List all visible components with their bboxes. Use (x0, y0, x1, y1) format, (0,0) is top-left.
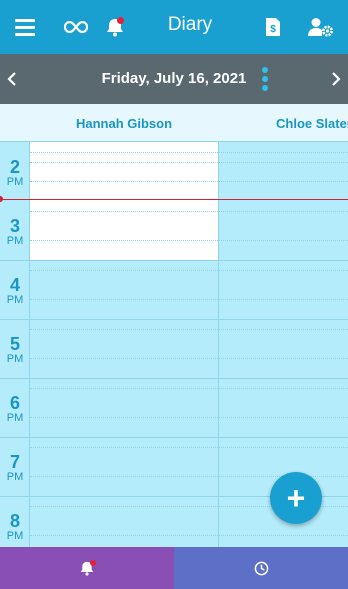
hour-number: 6 (9, 393, 20, 413)
hour-period: PM (6, 412, 24, 424)
notification-badge (117, 17, 124, 24)
hour-number: 7 (9, 452, 20, 472)
infinity-icon (64, 21, 88, 33)
svg-text:$: $ (270, 24, 276, 35)
grid-line (30, 535, 348, 536)
hour-label: 5 PM (0, 335, 30, 366)
hour-number: 3 (9, 216, 20, 236)
hour-label: 3 PM (0, 217, 30, 248)
notifications-button[interactable] (104, 12, 126, 42)
staff-header-row: Hannah Gibson Chloe Slater (0, 104, 348, 142)
column-divider (218, 142, 219, 547)
hour-label: 4 PM (0, 276, 30, 307)
column-header-hannah-gibson[interactable]: Hannah Gibson (30, 116, 218, 131)
grid-line (30, 358, 348, 359)
tab-history[interactable] (174, 547, 348, 589)
notification-badge (90, 560, 96, 566)
infinity-button[interactable] (62, 12, 90, 42)
grid-line (30, 240, 348, 241)
hour-label: 8 PM (0, 512, 30, 543)
kebab-icon-dot (262, 85, 268, 91)
current-time-marker (0, 196, 3, 202)
hour-line (0, 260, 348, 261)
hour-period: PM (6, 353, 24, 365)
hour-label: 6 PM (0, 394, 30, 425)
plus-icon: + (286, 480, 306, 516)
kebab-icon (262, 67, 268, 73)
hour-period: PM (6, 235, 24, 247)
grid-line (30, 447, 348, 448)
hour-period: PM (6, 530, 24, 542)
user-settings-icon (308, 18, 333, 37)
next-day-button[interactable] (324, 66, 348, 92)
hour-line (0, 437, 348, 438)
grid-line (30, 270, 348, 271)
invoice-icon: $ (266, 18, 280, 36)
menu-icon (15, 18, 35, 36)
grid-line (30, 299, 348, 300)
hour-label: 2 PM (0, 158, 30, 189)
hour-label: 7 PM (0, 453, 30, 484)
grid-line (30, 417, 348, 418)
tab-notifications[interactable] (0, 547, 174, 589)
grid-line (30, 388, 348, 389)
user-settings-button[interactable] (306, 12, 336, 42)
current-time-line (0, 199, 348, 200)
grid-line (30, 152, 348, 153)
hour-number: 2 (9, 157, 20, 177)
clock-icon (254, 561, 268, 575)
hour-line (0, 378, 348, 379)
hour-line (0, 319, 348, 320)
more-options-button[interactable] (260, 67, 270, 91)
hour-number: 4 (9, 275, 20, 295)
column-header-chloe-slater[interactable]: Chloe Slater (276, 116, 348, 131)
date-navigation-bar: Friday, July 16, 2021 (0, 54, 348, 104)
grid-line (30, 211, 348, 212)
hour-number: 5 (9, 334, 20, 354)
invoice-button[interactable]: $ (262, 12, 284, 42)
hour-period: PM (6, 471, 24, 483)
grid-line (30, 181, 348, 182)
hour-number: 8 (9, 511, 20, 531)
add-appointment-button[interactable]: + (270, 472, 322, 524)
menu-button[interactable] (12, 12, 38, 42)
kebab-icon-dot (262, 76, 268, 82)
page-title: Diary (167, 14, 213, 35)
current-date[interactable]: Friday, July 16, 2021 (0, 70, 348, 87)
available-slot-block[interactable] (30, 142, 218, 260)
bottom-navigation (0, 547, 348, 589)
grid-line (30, 162, 348, 163)
hour-period: PM (6, 176, 24, 188)
app-bar: Diary $ (0, 0, 348, 54)
hour-period: PM (6, 294, 24, 306)
chevron-right-icon (332, 72, 341, 86)
grid-line (30, 329, 348, 330)
